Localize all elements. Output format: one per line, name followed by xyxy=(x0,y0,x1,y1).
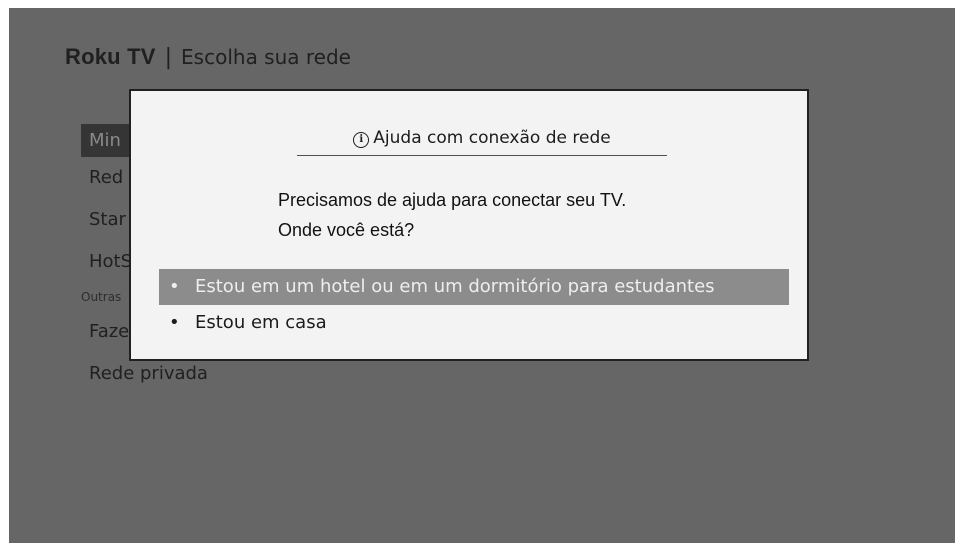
page-title: Escolha sua rede xyxy=(181,45,351,69)
dialog-message-line: Onde você está? xyxy=(278,220,415,240)
bullet-icon: • xyxy=(169,276,180,297)
header: Roku TV | Escolha sua rede xyxy=(65,44,351,74)
location-options: • Estou em um hotel ou em um dormitório … xyxy=(159,269,789,341)
option-home[interactable]: • Estou em casa xyxy=(159,305,789,341)
option-label: Estou em casa xyxy=(195,312,327,333)
option-hotel-dorm[interactable]: • Estou em um hotel ou em um dormitório … xyxy=(159,269,789,305)
dialog-message-line: Precisamos de ajuda para conectar seu TV… xyxy=(278,190,627,210)
dialog-message: Precisamos de ajuda para conectar seu TV… xyxy=(278,185,626,245)
option-label: Estou em um hotel ou em um dormitório pa… xyxy=(195,276,715,297)
info-icon: i xyxy=(353,132,370,148)
network-help-dialog: i Ajuda com conexão de rede Precisamos de… xyxy=(129,89,809,361)
roku-tv-logo: Roku TV xyxy=(65,44,156,69)
dialog-title: i Ajuda com conexão de rede xyxy=(297,127,667,156)
header-separator: | xyxy=(164,45,173,70)
tv-screen: Roku TV | Escolha sua rede Min Red Star … xyxy=(9,8,955,543)
bullet-icon: • xyxy=(169,312,180,333)
dialog-title-text: Ajuda com conexão de rede xyxy=(373,128,611,148)
